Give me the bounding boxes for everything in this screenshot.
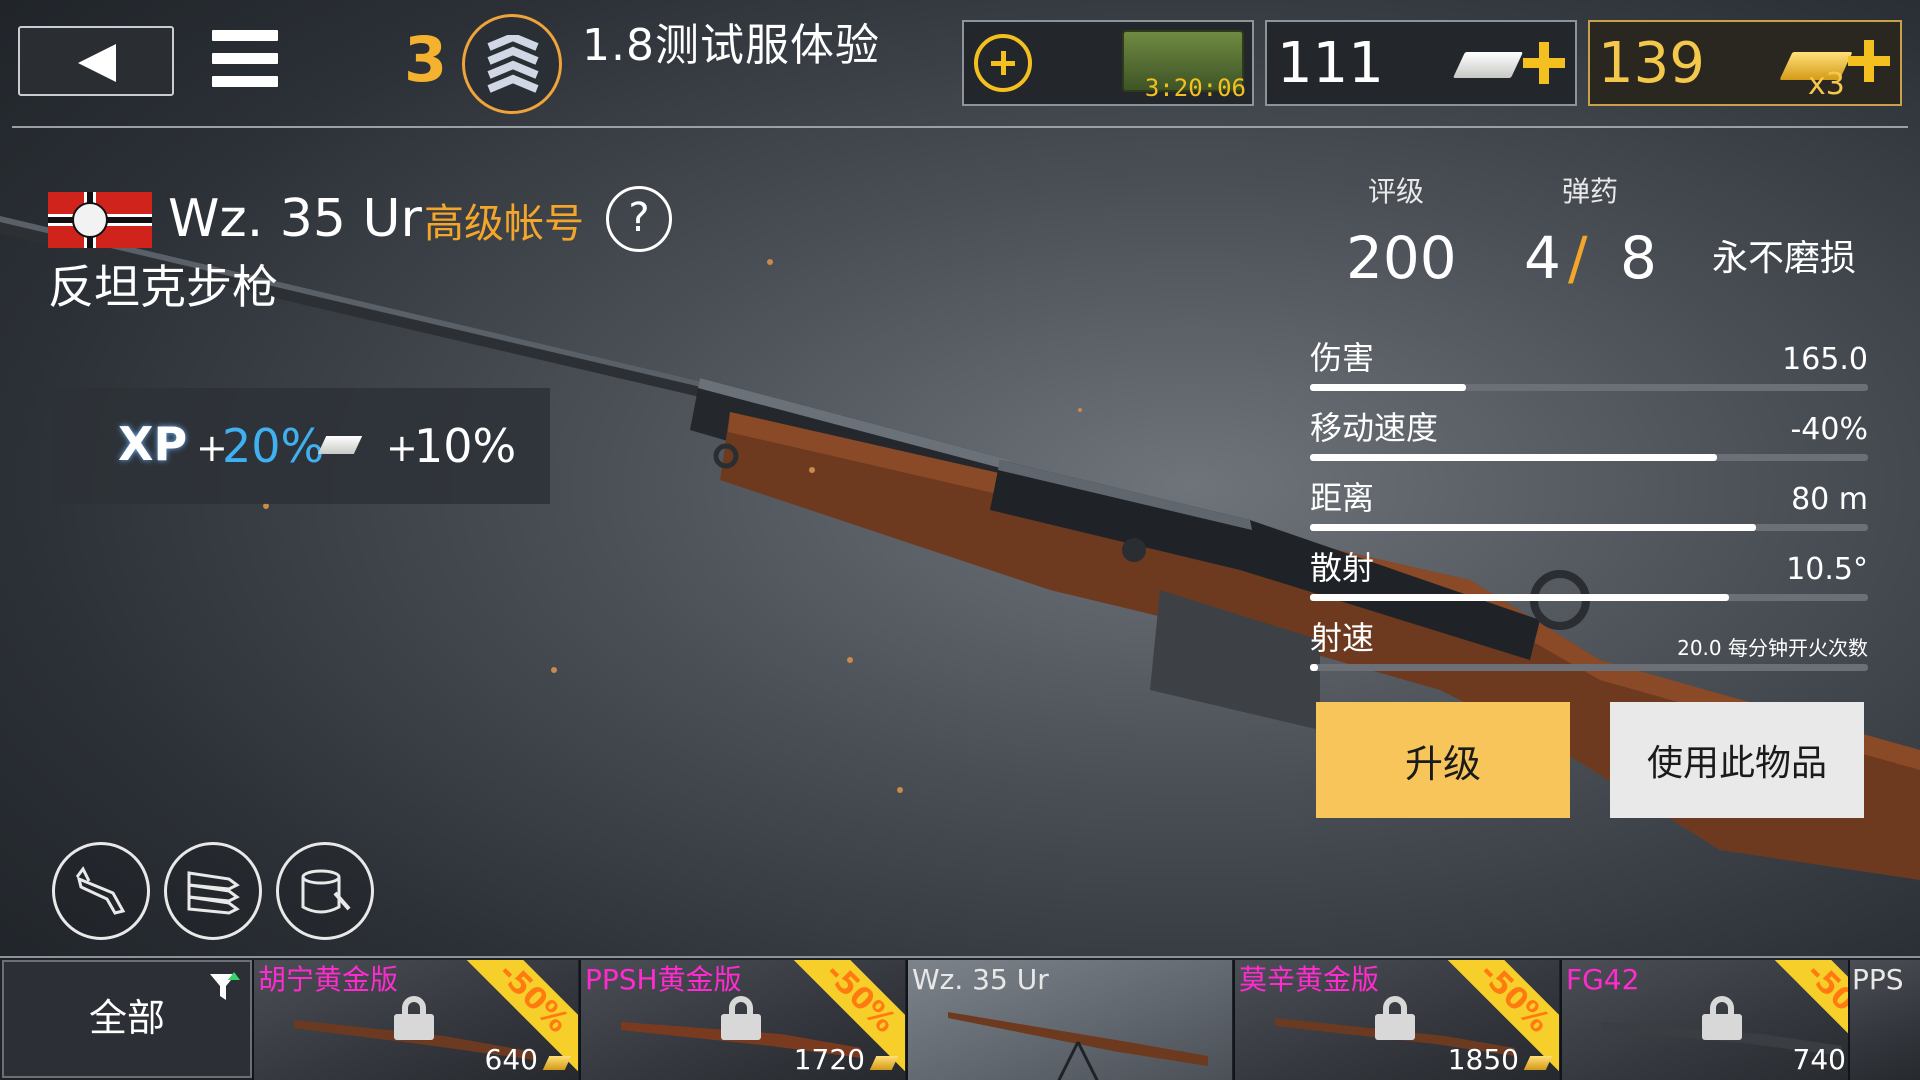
back-button[interactable] (18, 26, 174, 96)
player-rank-number: 3 (404, 23, 448, 96)
eagle-emblem-icon (72, 202, 108, 238)
weapon-card-name: Wz. 35 Ur (912, 963, 1049, 996)
stat-label: 距离 (1310, 479, 1375, 517)
stat-row-move-speed: 移动速度 -40% (1310, 406, 1868, 466)
menu-button[interactable] (212, 30, 278, 92)
add-circle-icon[interactable] (974, 34, 1032, 92)
stat-bar-fill (1310, 384, 1467, 391)
gold-currency-panel[interactable]: 139 x3 (1588, 20, 1902, 106)
gold-amount: 139 (1598, 31, 1705, 96)
gold-bar-icon (869, 1056, 899, 1070)
paint-bucket-icon (301, 869, 351, 914)
silver-bar-icon (1452, 52, 1524, 78)
rating-label: 评级 (1367, 175, 1424, 208)
stat-bar (1310, 454, 1868, 461)
stat-row-spread: 散射 10.5° (1310, 546, 1868, 606)
gold-multiplier: x3 (1808, 67, 1845, 102)
upgrade-button[interactable]: 升级 (1316, 702, 1570, 818)
silver-amount: 111 (1277, 31, 1384, 96)
weapon-name: Wz. 35 Ur (168, 189, 422, 249)
weapon-card-name: PPS (1852, 963, 1904, 996)
lock-icon (1702, 996, 1742, 1040)
bipod-attachment-button[interactable] (52, 842, 150, 940)
ammo-slash: / (1568, 224, 1588, 292)
stat-value: 20.0 每分钟开火次数 (1677, 636, 1868, 660)
back-arrow-icon (78, 44, 116, 82)
stat-label: 伤害 (1310, 339, 1375, 377)
weapon-card-price: 1720 (793, 1043, 865, 1076)
xp-icon: XP (118, 417, 188, 471)
weapon-card-selected[interactable]: Wz. 35 Ur (906, 960, 1232, 1080)
stat-label: 散射 (1310, 549, 1375, 587)
weapon-card-name: PPSH黄金版 (585, 963, 742, 996)
stat-value: 10.5° (1786, 552, 1868, 587)
stat-value: 80 m (1791, 482, 1868, 517)
xp-bonus-value: 20% (222, 419, 325, 473)
supply-crate-panel[interactable]: 3:20:06 (962, 20, 1254, 106)
stat-bar (1310, 594, 1868, 601)
ammo-clip-button[interactable] (164, 842, 262, 940)
stat-bar (1310, 524, 1868, 531)
lock-icon (394, 996, 434, 1040)
stat-value: -40% (1790, 412, 1868, 447)
add-gold-icon[interactable] (1848, 40, 1890, 82)
stat-label: 移动速度 (1310, 409, 1439, 447)
germany-flag-icon (48, 192, 152, 248)
weapon-card-price: 740 (1792, 1043, 1846, 1076)
stat-bar (1310, 384, 1868, 391)
weapon-card[interactable]: PPSH黄金版 -50% 1720 (579, 960, 905, 1080)
weapon-card-price: 640 (484, 1043, 538, 1076)
paint-skin-button[interactable] (276, 842, 374, 940)
gold-bar-icon (1523, 1056, 1553, 1070)
top-divider (12, 126, 1908, 128)
crate-timer: 3:20:06 (1144, 74, 1246, 102)
weapon-thumbnail (948, 1012, 1208, 1080)
stat-bar-fill (1310, 664, 1319, 671)
rank-badge-icon[interactable] (462, 14, 562, 114)
weapon-card[interactable]: 莫辛黄金版 -50% 1850 (1233, 960, 1559, 1080)
rating-value: 200 (1346, 224, 1457, 292)
weapon-card-name: FG42 (1566, 963, 1640, 996)
stat-value: 165.0 (1782, 342, 1868, 377)
menu-icon-bar (212, 53, 278, 64)
silver-bonus-value: 10% (414, 419, 517, 473)
ammo-current: 4 (1524, 224, 1561, 292)
menu-icon-bar (212, 76, 278, 87)
bipod-icon (75, 866, 126, 915)
help-button[interactable]: ? (606, 186, 672, 252)
stat-bar-fill (1310, 524, 1757, 531)
weapon-card-name: 莫辛黄金版 (1239, 963, 1380, 996)
server-title: 1.8测试服体验 (582, 20, 880, 71)
stat-label: 射速 (1310, 619, 1375, 657)
stat-row-range: 距离 80 m (1310, 476, 1868, 536)
use-item-button[interactable]: 使用此物品 (1610, 702, 1864, 818)
premium-account-label: 高级帐号 (424, 201, 584, 247)
menu-icon-bar (212, 30, 278, 41)
filter-icon[interactable] (208, 970, 242, 1004)
lock-icon (721, 996, 761, 1040)
weapon-card-name: 胡宁黄金版 (258, 963, 399, 996)
lock-icon (1375, 996, 1415, 1040)
weapon-card[interactable]: 胡宁黄金版 -50% 640 (252, 960, 578, 1080)
ammo-clip-icon (187, 871, 240, 915)
stat-bar (1310, 664, 1868, 671)
gold-bar-icon (542, 1056, 572, 1070)
ammo-label: 弹药 (1561, 175, 1618, 208)
weapon-type: 反坦克步枪 (48, 260, 278, 314)
weapon-card-price: 1850 (1447, 1043, 1519, 1076)
silver-currency-panel[interactable]: 111 (1265, 20, 1577, 106)
ammo-max: 8 (1620, 224, 1657, 292)
stat-bar-fill (1310, 454, 1718, 461)
durability-label: 永不磨损 (1712, 238, 1857, 279)
add-silver-icon[interactable] (1523, 42, 1565, 84)
stat-row-damage: 伤害 165.0 (1310, 336, 1868, 396)
stat-row-fire-rate: 射速 20.0 每分钟开火次数 (1310, 616, 1868, 676)
stat-bar-fill (1310, 594, 1729, 601)
weapon-card[interactable]: FG42 -50% 740 (1560, 960, 1886, 1080)
